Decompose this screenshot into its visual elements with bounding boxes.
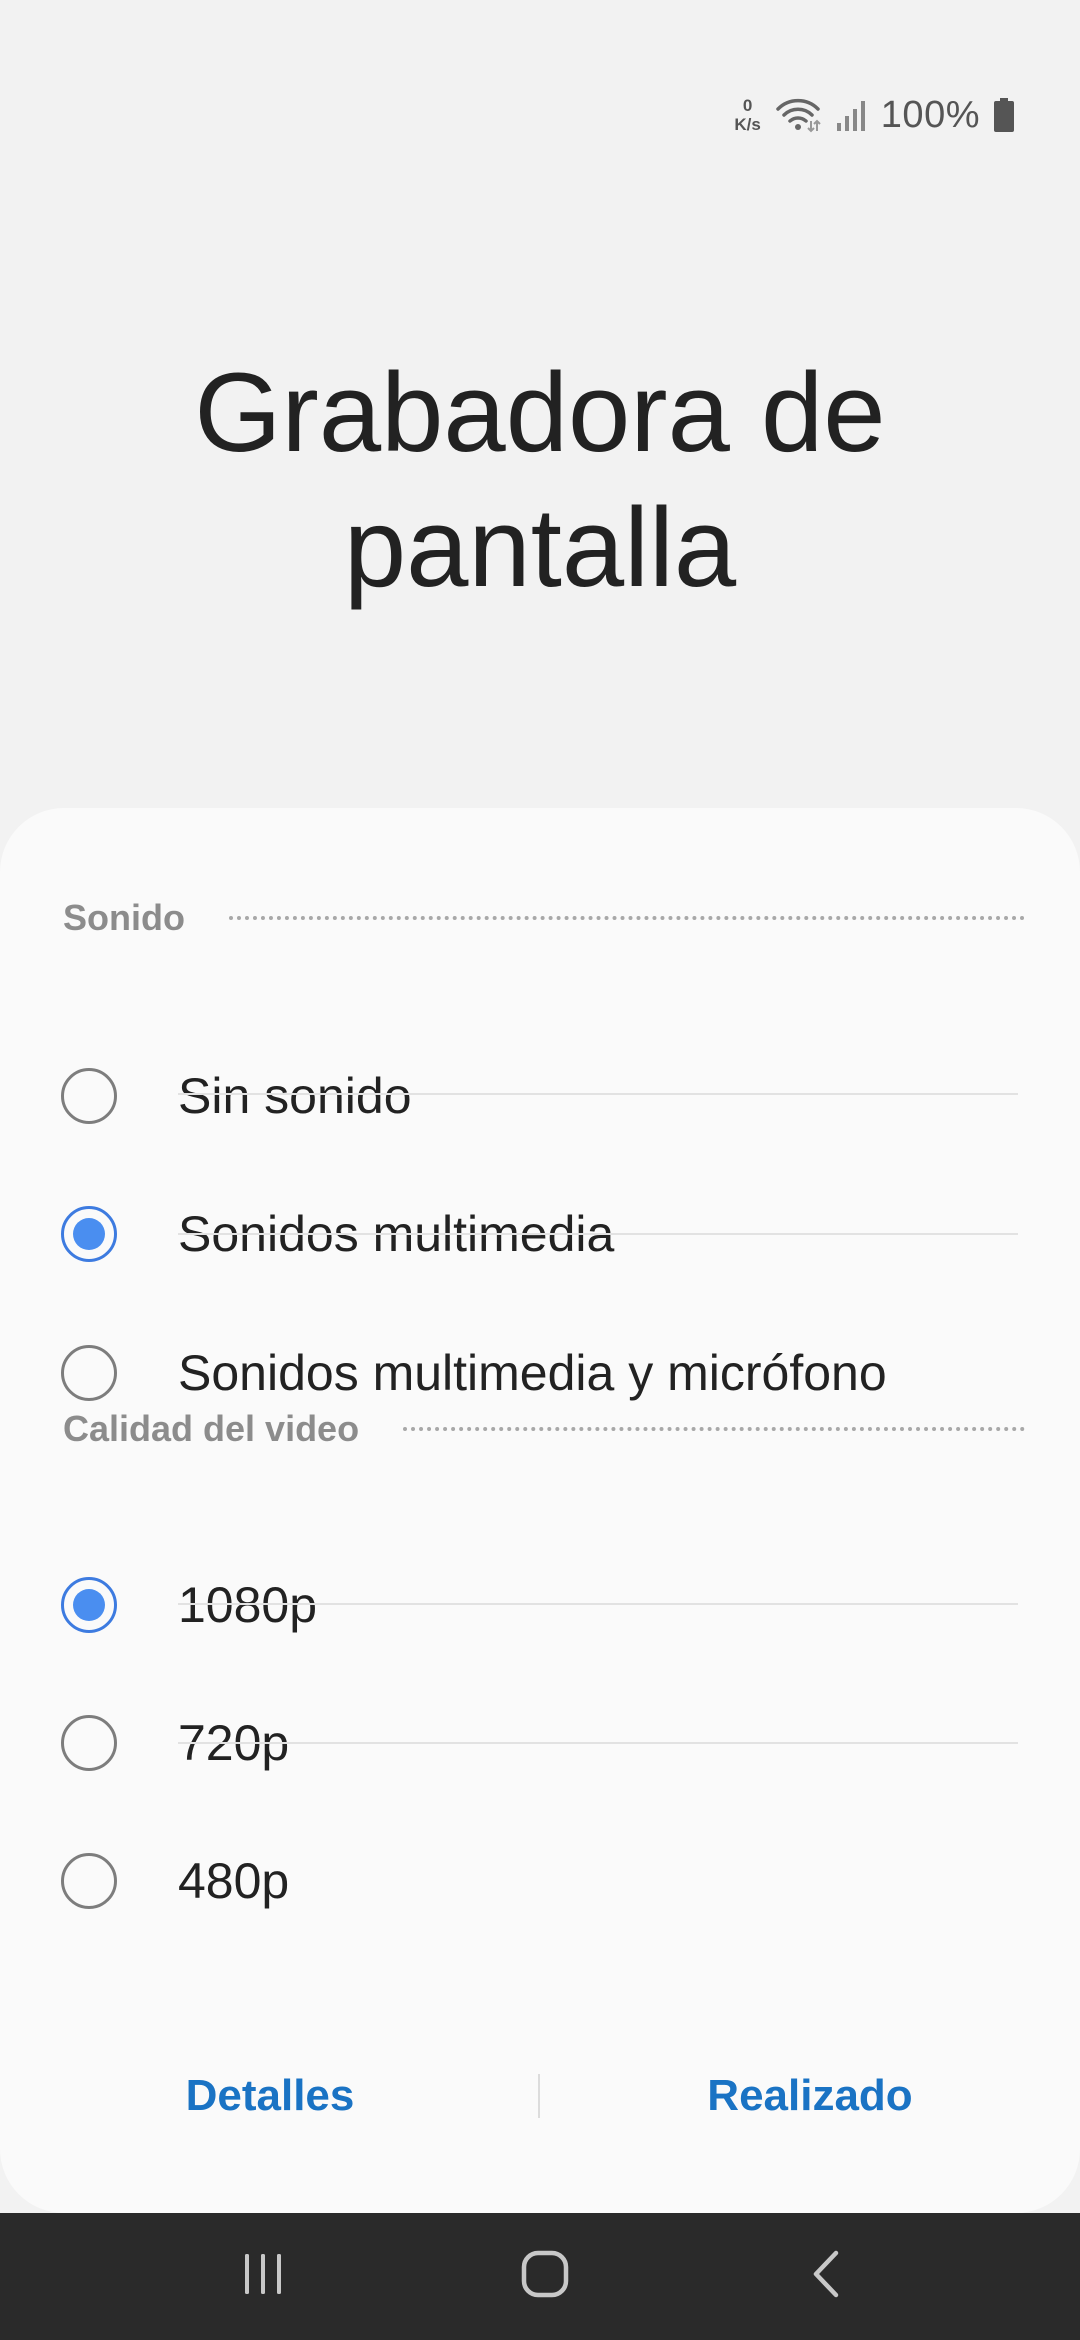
radio-button-selected[interactable] <box>61 1206 117 1262</box>
option-label: 480p <box>178 1853 290 1909</box>
page-title: Grabadora de pantalla <box>0 345 1080 615</box>
sound-section-header: Sonido <box>63 893 1025 943</box>
network-speed-unit: K/s <box>734 115 761 134</box>
radio-button[interactable] <box>61 1853 117 1909</box>
battery-icon <box>994 98 1014 132</box>
recents-icon <box>241 2252 285 2301</box>
screen: 0 K/s 100% Grabadora de pantalla Sonido … <box>0 0 1080 2340</box>
radio-button[interactable] <box>61 1345 117 1401</box>
radio-button[interactable] <box>61 1715 117 1771</box>
sound-section-label: Sonido <box>63 897 185 938</box>
option-no-sound[interactable]: Sin sonido <box>0 1027 1080 1165</box>
section-divider <box>403 1427 1025 1431</box>
home-button[interactable] <box>475 2213 615 2340</box>
battery-percent: 100% <box>880 93 980 136</box>
wifi-icon <box>775 97 821 133</box>
divider <box>178 1742 1018 1744</box>
divider <box>178 1233 1018 1235</box>
navigation-bar <box>0 2213 1080 2340</box>
home-icon <box>520 2249 570 2304</box>
network-speed-indicator: 0 K/s <box>734 97 760 133</box>
divider <box>178 1603 1018 1605</box>
video-quality-section-header: Calidad del video <box>63 1404 1025 1454</box>
section-divider <box>228 916 1025 920</box>
radio-button-selected[interactable] <box>61 1577 117 1633</box>
option-480p[interactable]: 480p <box>0 1812 1080 1950</box>
done-button[interactable]: Realizado <box>540 2036 1080 2156</box>
video-quality-section-label: Calidad del video <box>63 1408 360 1449</box>
signal-icon <box>835 99 867 131</box>
option-label: Sin sonido <box>178 1068 412 1124</box>
back-icon <box>808 2249 844 2304</box>
recents-button[interactable] <box>193 2213 333 2340</box>
action-buttons: Detalles Realizado <box>0 2036 1080 2156</box>
option-label: 1080p <box>178 1577 318 1633</box>
divider <box>178 1093 1018 1095</box>
network-speed-value: 0 <box>742 96 753 115</box>
back-button[interactable] <box>756 2213 896 2340</box>
details-button[interactable]: Detalles <box>0 2036 540 2156</box>
option-label: Sonidos multimedia y micrófono <box>178 1345 887 1401</box>
option-1080p[interactable]: 1080p <box>0 1536 1080 1674</box>
radio-button[interactable] <box>61 1068 117 1124</box>
settings-sheet: Sonido Sin sonido Sonidos multimedia Son… <box>0 808 1080 2213</box>
status-bar: 0 K/s 100% <box>734 90 1014 140</box>
page-title-text: Grabadora de pantalla <box>194 350 886 610</box>
